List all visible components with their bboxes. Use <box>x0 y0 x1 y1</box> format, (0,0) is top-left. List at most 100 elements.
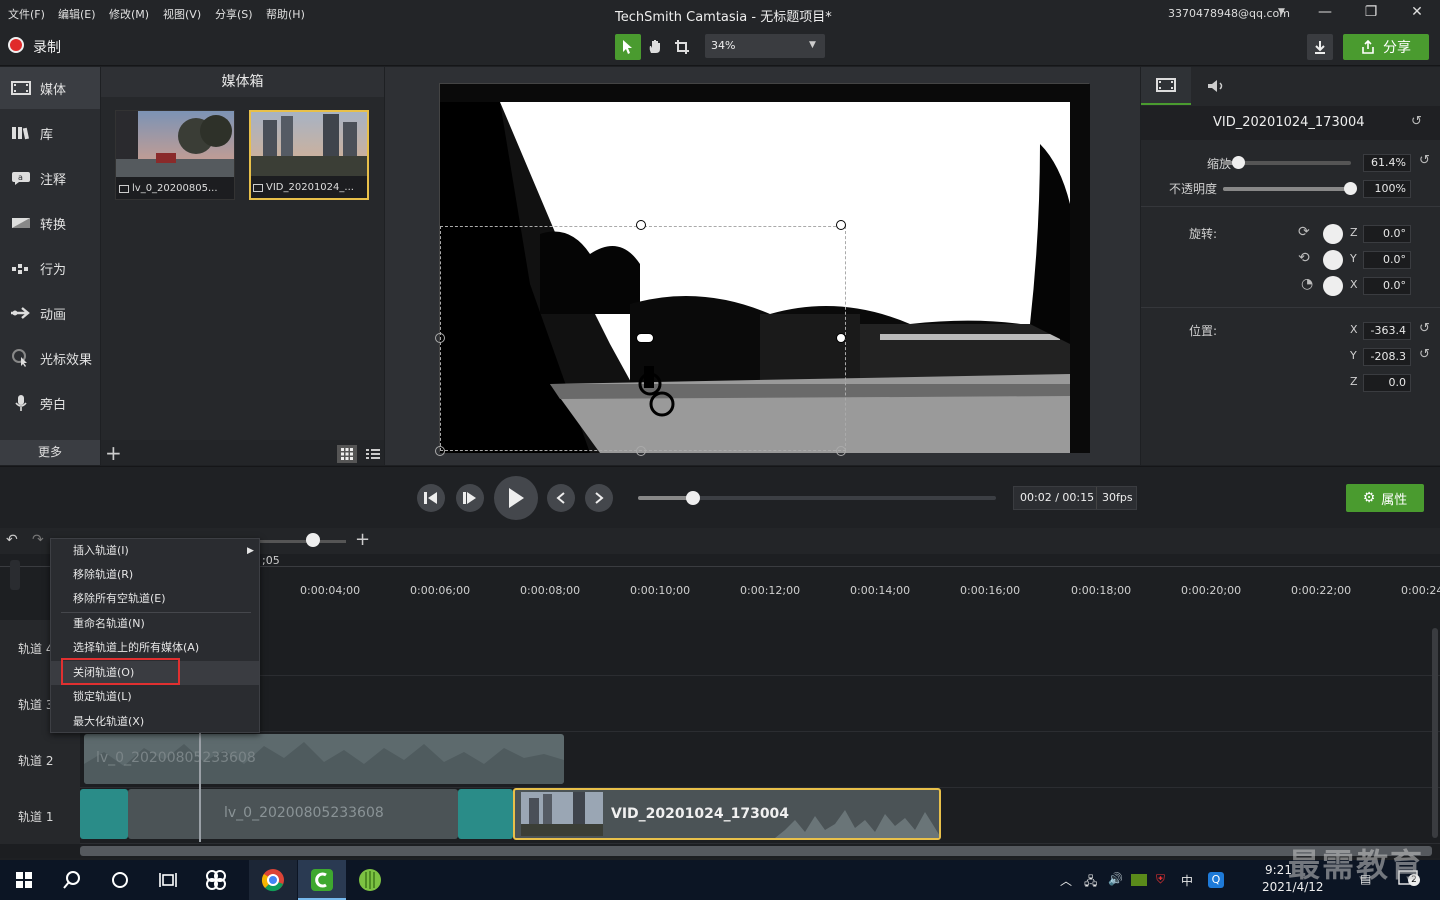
rail-item-behaviors[interactable]: 行为 <box>0 247 100 289</box>
add-media-icon[interactable]: + <box>105 441 122 465</box>
clip-transition[interactable] <box>80 789 128 839</box>
rotation-dial[interactable] <box>1323 224 1343 244</box>
nvidia-icon[interactable] <box>1131 874 1147 886</box>
zoom-in-icon[interactable]: + <box>355 529 370 550</box>
reset-icon[interactable]: ↺ <box>1411 114 1422 129</box>
close-icon[interactable]: ✕ <box>1402 4 1432 24</box>
rotation-x-value[interactable]: 0.0° <box>1363 277 1411 295</box>
download-icon[interactable] <box>1307 34 1333 60</box>
zoom-select[interactable]: 34% ▼ <box>705 34 825 58</box>
menu-item-remove-track[interactable]: 移除轨道(R) <box>51 563 259 587</box>
volume-icon[interactable]: 🔊 <box>1108 872 1123 886</box>
menu-edit[interactable]: 编辑(E) <box>58 6 96 22</box>
search-icon[interactable] <box>48 860 96 900</box>
security-icon[interactable]: ⛨ <box>1156 872 1165 887</box>
resize-handle[interactable] <box>836 220 846 230</box>
list-view-icon[interactable] <box>363 445 383 463</box>
rail-item-annotations[interactable]: a 注释 <box>0 157 100 199</box>
slider-handle[interactable] <box>306 533 320 547</box>
scale-slider[interactable] <box>1223 156 1351 169</box>
slider-handle[interactable] <box>1232 156 1245 169</box>
pan-tool-icon[interactable] <box>642 34 668 60</box>
resize-handle[interactable] <box>836 333 846 343</box>
reset-icon[interactable]: ↺ <box>1419 153 1430 168</box>
timeline-zoom-slider[interactable] <box>258 540 346 543</box>
windows-start-icon[interactable] <box>0 860 48 900</box>
menu-item-rename-track[interactable]: 重命名轨道(N) <box>51 612 259 636</box>
record-icon[interactable] <box>8 37 24 53</box>
menu-share[interactable]: 分享(S) <box>215 6 253 22</box>
track-label[interactable]: 轨道 1 <box>0 788 80 844</box>
cortana-icon[interactable] <box>96 860 144 900</box>
center-handle[interactable] <box>636 333 654 343</box>
rail-item-cursor-effects[interactable]: 光标效果 <box>0 337 100 379</box>
menu-item-remove-empty-tracks[interactable]: 移除所有空轨道(E) <box>51 587 259 611</box>
step-back-icon[interactable] <box>417 484 445 512</box>
scale-value[interactable]: 61.4% <box>1363 154 1411 172</box>
clip-track1-b-selected[interactable]: VID_20201024_173004 <box>513 788 941 840</box>
minimize-icon[interactable]: — <box>1310 4 1340 24</box>
camtasia-icon[interactable] <box>298 860 346 900</box>
scrubber-handle[interactable] <box>686 491 700 505</box>
rotation-dial[interactable] <box>1323 276 1343 296</box>
resize-handle[interactable] <box>836 446 846 456</box>
slider-handle[interactable] <box>1344 182 1357 195</box>
menu-file[interactable]: 文件(F) <box>8 6 45 22</box>
resize-handle[interactable] <box>435 446 445 456</box>
tab-audio-properties[interactable] <box>1191 67 1241 105</box>
account-label[interactable]: 3370478948@qq.com <box>1168 7 1290 20</box>
next-icon[interactable] <box>585 484 613 512</box>
share-button[interactable]: 分享 <box>1343 34 1429 60</box>
menu-modify[interactable]: 修改(M) <box>109 6 149 22</box>
resize-handle[interactable] <box>636 446 646 456</box>
pinwheel-app-icon[interactable] <box>192 860 240 900</box>
rail-item-transitions[interactable]: 转换 <box>0 202 100 244</box>
horizontal-scrollbar[interactable] <box>80 846 1432 856</box>
position-x-value[interactable]: -363.4 <box>1363 322 1411 340</box>
play-icon[interactable] <box>494 476 538 520</box>
reset-icon[interactable]: ↺ <box>1419 347 1430 362</box>
account-dropdown-icon[interactable]: ▼ <box>1278 7 1285 17</box>
select-tool-icon[interactable] <box>615 34 641 60</box>
chrome-icon[interactable] <box>249 860 297 900</box>
more-button[interactable]: 更多 <box>0 440 100 465</box>
qq-icon[interactable]: Q <box>1208 872 1224 888</box>
previous-icon[interactable] <box>547 484 575 512</box>
app-green-icon[interactable] <box>346 860 394 900</box>
rail-item-animations[interactable]: 动画 <box>0 292 100 334</box>
tray-expand-icon[interactable]: ︿ <box>1060 872 1072 889</box>
task-view-icon[interactable] <box>144 860 192 900</box>
network-icon[interactable]: 🖧 <box>1084 872 1097 893</box>
track-label[interactable]: 轨道 2 <box>0 732 80 788</box>
reset-icon[interactable]: ↺ <box>1419 321 1430 336</box>
menu-item-maximize-track[interactable]: 最大化轨道(X) <box>51 710 259 734</box>
opacity-value[interactable]: 100% <box>1363 180 1411 198</box>
restore-icon[interactable]: ❐ <box>1356 4 1386 24</box>
menu-item-select-all-media[interactable]: 选择轨道上的所有媒体(A) <box>51 636 259 660</box>
crop-tool-icon[interactable] <box>669 34 695 60</box>
record-button[interactable]: 录制 <box>33 37 61 57</box>
clip-transition[interactable] <box>458 789 513 839</box>
media-thumbnail[interactable]: lv_0_20200805... <box>115 110 235 200</box>
playback-scrubber[interactable] <box>638 491 996 505</box>
resize-handle[interactable] <box>435 333 445 343</box>
clip-track2[interactable]: lv_0_20200805233608 <box>84 734 564 784</box>
clip-track1-a[interactable]: lv_0_20200805233608 <box>128 789 458 839</box>
position-y-value[interactable]: -208.3 <box>1363 348 1411 366</box>
opacity-slider[interactable] <box>1223 182 1357 195</box>
position-z-value[interactable]: 0.0 <box>1363 374 1411 392</box>
media-thumbnail-selected[interactable]: VID_20201024_... <box>249 110 369 200</box>
menu-help[interactable]: 帮助(H) <box>266 6 305 22</box>
rail-item-media[interactable]: 媒体 <box>0 67 100 109</box>
rotation-dial[interactable] <box>1323 250 1343 270</box>
menu-item-lock-track[interactable]: 锁定轨道(L) <box>51 685 259 709</box>
track-height-slider[interactable] <box>10 560 20 590</box>
step-forward-icon[interactable] <box>456 484 484 512</box>
menu-item-insert-track[interactable]: 插入轨道(I) ▶ <box>51 539 259 563</box>
resize-handle[interactable] <box>636 220 646 230</box>
grid-view-icon[interactable] <box>337 445 357 463</box>
rotation-y-value[interactable]: 0.0° <box>1363 251 1411 269</box>
rail-item-voice-narration[interactable]: 旁白 <box>0 382 100 424</box>
rail-item-library[interactable]: 库 <box>0 112 100 154</box>
vertical-scrollbar[interactable] <box>1432 628 1438 838</box>
